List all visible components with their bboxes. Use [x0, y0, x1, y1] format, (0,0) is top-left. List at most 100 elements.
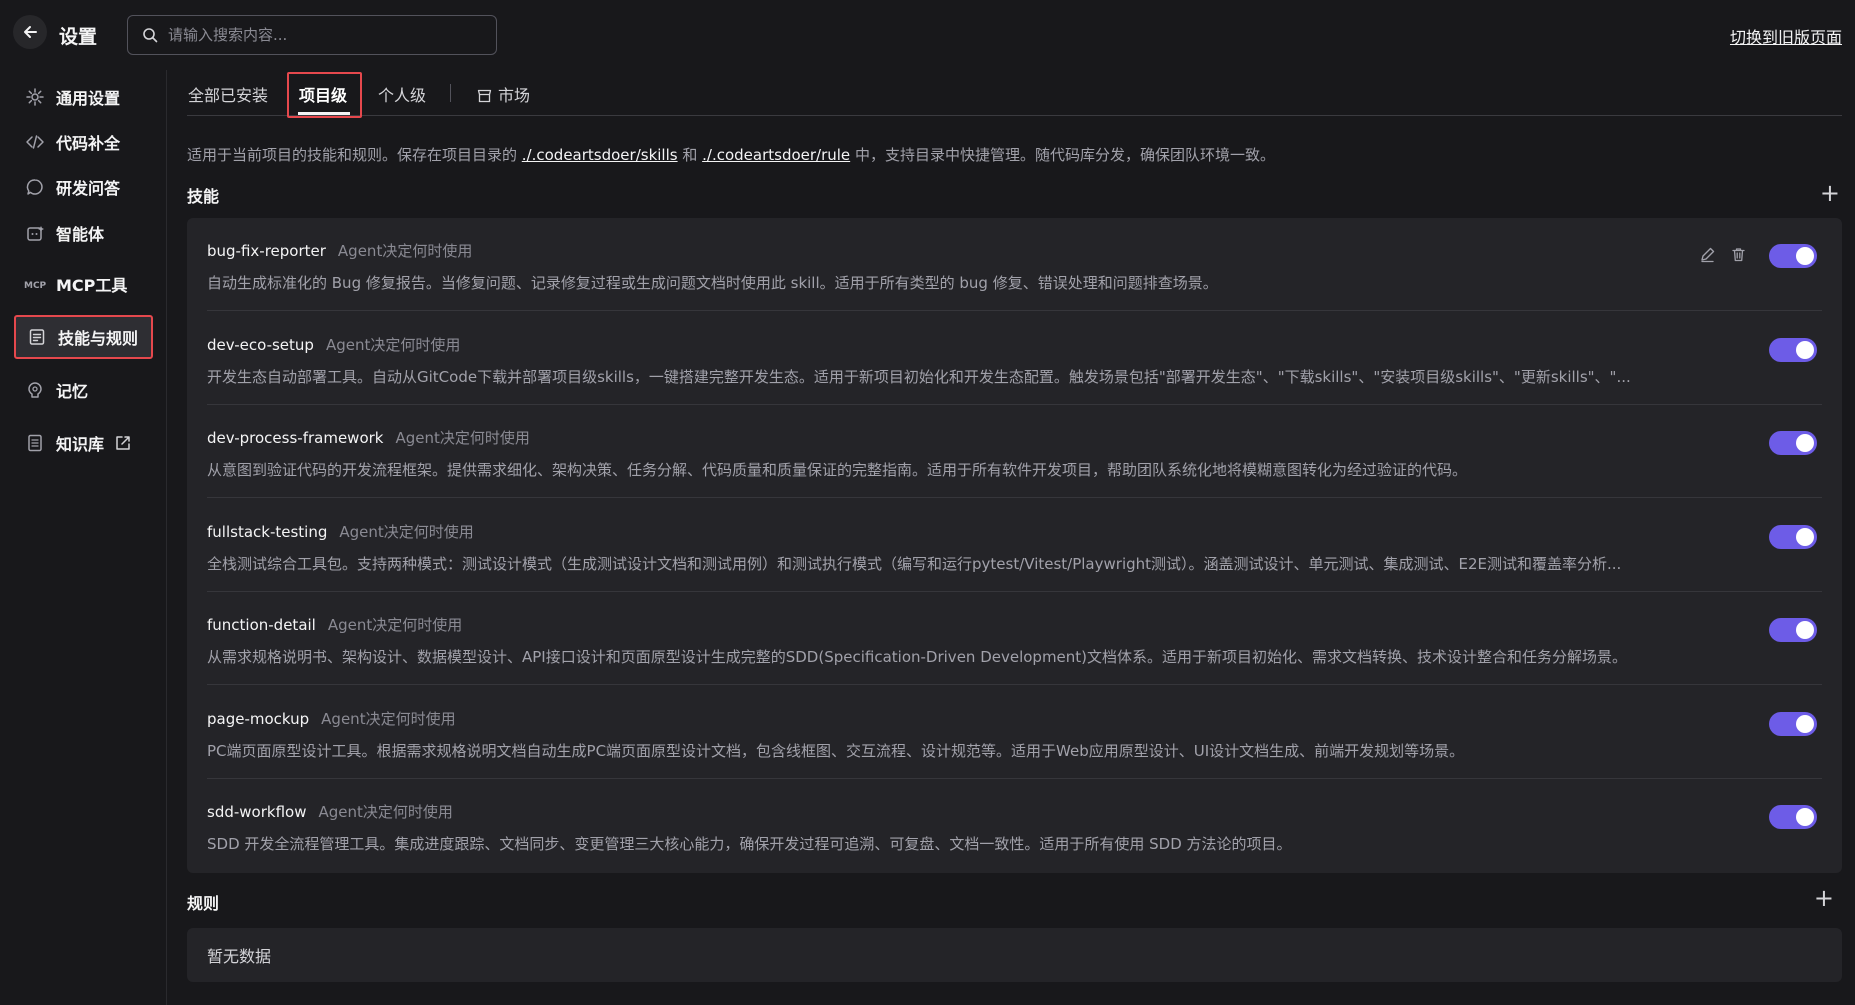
skill-name: dev-process-framework: [207, 429, 384, 447]
sidebar-item-label: MCP工具: [56, 276, 128, 295]
skill-mode[interactable]: Agent决定何时使用: [339, 523, 473, 541]
tab-project-level[interactable]: 项目级: [299, 82, 347, 106]
skill-row: function-detail Agent决定何时使用 从需求规格说明书、架构设计…: [207, 592, 1822, 685]
sidebar-item-mcp[interactable]: MCP MCP工具: [14, 262, 153, 306]
toggle-knob: [1796, 247, 1814, 265]
skill-mode[interactable]: Agent决定何时使用: [328, 616, 462, 634]
sidebar-item-label: 记忆: [56, 382, 89, 401]
skill-toggle[interactable]: [1769, 338, 1817, 362]
sidebar-item-general[interactable]: 通用设置: [14, 75, 153, 119]
skill-name: bug-fix-reporter: [207, 242, 326, 260]
skill-name-line: function-detail Agent决定何时使用: [207, 614, 462, 635]
skill-row: page-mockup Agent决定何时使用 PC端页面原型设计工具。根据需求规…: [207, 686, 1822, 779]
skill-name-line: page-mockup Agent决定何时使用: [207, 708, 456, 729]
tab-personal-level[interactable]: 个人级: [378, 82, 426, 106]
sidebar-item-agent[interactable]: 智能体: [14, 211, 153, 255]
sidebar-item-label: 知识库: [56, 435, 105, 454]
skill-toggle[interactable]: [1769, 618, 1817, 642]
tab-divider: [450, 84, 451, 102]
back-button[interactable]: [13, 15, 47, 49]
skills-section-title: 技能: [187, 187, 220, 206]
rules-icon: [26, 326, 48, 348]
skill-toggle[interactable]: [1769, 244, 1817, 268]
description-text: 适用于当前项目的技能和规则。保存在项目目录的: [187, 146, 522, 164]
memory-icon: [24, 379, 46, 401]
skill-row: dev-eco-setup Agent决定何时使用 开发生态自动部署工具。自动从G…: [207, 312, 1822, 405]
skill-description: 从需求规格说明书、架构设计、数据模型设计、API接口设计和页面原型设计生成完整的…: [207, 648, 1628, 666]
skill-actions: [1699, 246, 1747, 267]
skill-mode[interactable]: Agent决定何时使用: [321, 710, 455, 728]
toggle-knob: [1796, 808, 1814, 826]
skill-row: sdd-workflow Agent决定何时使用 SDD 开发全流程管理工具。集成…: [207, 779, 1822, 872]
skill-mode[interactable]: Agent决定何时使用: [338, 242, 472, 260]
toggle-knob: [1796, 434, 1814, 452]
skill-name: function-detail: [207, 616, 316, 634]
settings-app: 设置 切换到旧版页面 通用设置 代码补全 研发问答: [0, 0, 1855, 1005]
skill-toggle[interactable]: [1769, 712, 1817, 736]
active-tab-indicator: [298, 112, 350, 115]
toggle-knob: [1796, 528, 1814, 546]
agent-icon: [24, 222, 46, 244]
sidebar-item-knowledge-base[interactable]: 知识库: [14, 421, 153, 465]
sidebar-item-code-completion[interactable]: 代码补全: [14, 120, 153, 164]
skill-name-line: bug-fix-reporter Agent决定何时使用: [207, 240, 472, 261]
skill-mode[interactable]: Agent决定何时使用: [326, 336, 460, 354]
skill-name-line: dev-eco-setup Agent决定何时使用: [207, 334, 460, 355]
toggle-knob: [1796, 341, 1814, 359]
toggle-knob: [1796, 621, 1814, 639]
toggle-knob: [1796, 715, 1814, 733]
mcp-icon: MCP: [24, 273, 46, 295]
chat-icon: [24, 176, 46, 198]
skill-mode[interactable]: Agent决定何时使用: [318, 803, 452, 821]
skill-toggle[interactable]: [1769, 805, 1817, 829]
skill-description: SDD 开发全流程管理工具。集成进度跟踪、文档同步、变更管理三大核心能力，确保开…: [207, 835, 1292, 853]
skill-description: 全栈测试综合工具包。支持两种模式：测试设计模式（生成测试设计文档和测试用例）和测…: [207, 555, 1622, 573]
skill-row: dev-process-framework Agent决定何时使用 从意图到验证代…: [207, 405, 1822, 498]
switch-old-page-link[interactable]: 切换到旧版页面: [1730, 24, 1842, 48]
trash-icon[interactable]: [1730, 246, 1747, 267]
skill-name: page-mockup: [207, 710, 310, 728]
book-icon: [24, 432, 46, 454]
tab-bar: 全部已安装 项目级 个人级 市场: [187, 70, 1842, 118]
page-title: 设置: [59, 26, 98, 48]
description-text: 和: [677, 146, 703, 164]
tab-all-installed[interactable]: 全部已安装: [188, 82, 268, 106]
skill-name-line: fullstack-testing Agent决定何时使用: [207, 521, 474, 542]
sidebar-item-label: 研发问答: [56, 179, 121, 198]
store-icon: [477, 88, 492, 107]
sidebar-item-qa[interactable]: 研发问答: [14, 165, 153, 209]
skill-description: 从意图到验证代码的开发流程框架。提供需求细化、架构决策、任务分解、代码质量和质量…: [207, 461, 1468, 479]
gear-icon: [24, 86, 46, 108]
skill-name: dev-eco-setup: [207, 336, 314, 354]
add-skill-button[interactable]: +: [1820, 181, 1840, 205]
skills-dir-link[interactable]: ./.codeartsdoer/skills: [522, 146, 678, 164]
external-link-icon: [114, 434, 132, 452]
edit-icon[interactable]: [1699, 246, 1716, 267]
skill-row: fullstack-testing Agent决定何时使用 全栈测试综合工具包。支…: [207, 499, 1822, 592]
tab-market[interactable]: 市场: [477, 82, 530, 107]
skill-name-line: sdd-workflow Agent决定何时使用: [207, 801, 453, 822]
search-input[interactable]: [168, 26, 468, 44]
skill-description: 自动生成标准化的 Bug 修复报告。当修复问题、记录修复过程或生成问题文档时使用…: [207, 274, 1218, 292]
add-rule-button[interactable]: +: [1814, 886, 1834, 910]
sidebar-item-memory[interactable]: 记忆: [14, 368, 153, 412]
sidebar-item-skills-rules[interactable]: 技能与规则: [14, 315, 153, 359]
sidebar-item-label: 通用设置: [56, 89, 121, 108]
skill-description: 开发生态自动部署工具。自动从GitCode下载并部署项目级skills，一键搭建…: [207, 368, 1631, 386]
skill-mode[interactable]: Agent决定何时使用: [395, 429, 529, 447]
description-text: 中，支持目录中快捷管理。随代码库分发，确保团队环境一致。: [850, 146, 1275, 164]
arrow-left-icon: [24, 26, 37, 38]
sidebar-item-label: 智能体: [56, 225, 105, 244]
sidebar: 通用设置 代码补全 研发问答 智能体 MCP MCP工具 技能与规则 记忆 知识…: [0, 70, 167, 1005]
skill-name-line: dev-process-framework Agent决定何时使用: [207, 427, 530, 448]
skill-name: sdd-workflow: [207, 803, 307, 821]
search-box[interactable]: [127, 15, 497, 55]
scope-description: 适用于当前项目的技能和规则。保存在项目目录的 ./.codeartsdoer/s…: [187, 144, 1275, 165]
skill-toggle[interactable]: [1769, 431, 1817, 455]
rule-dir-link[interactable]: ./.codeartsdoer/rule: [702, 146, 850, 164]
skill-toggle[interactable]: [1769, 525, 1817, 549]
skills-list: bug-fix-reporter Agent决定何时使用 自动生成标准化的 Bug…: [187, 218, 1842, 873]
skill-row: bug-fix-reporter Agent决定何时使用 自动生成标准化的 Bug…: [207, 218, 1822, 311]
skill-description: PC端页面原型设计工具。根据需求规格说明文档自动生成PC端页面原型设计文档，包含…: [207, 742, 1465, 760]
rules-section-title: 规则: [187, 894, 220, 913]
